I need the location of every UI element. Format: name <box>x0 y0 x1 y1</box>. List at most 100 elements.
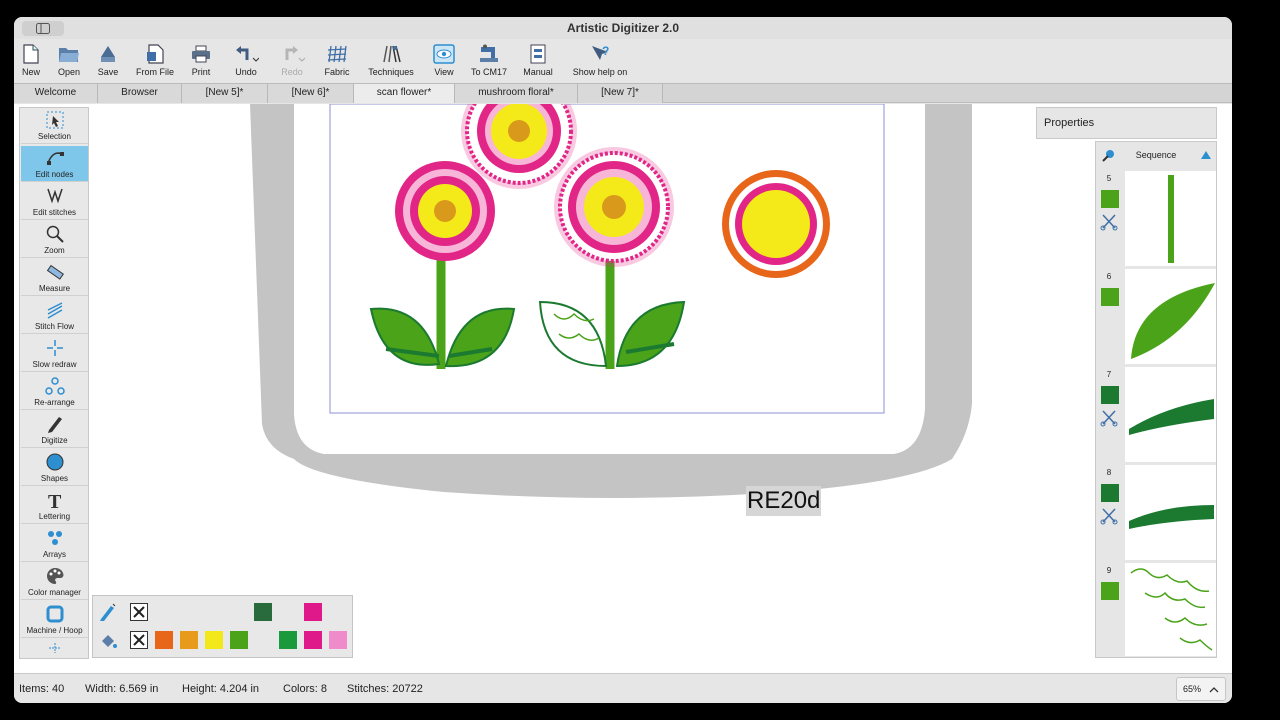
tool-zoom[interactable]: Zoom <box>21 222 88 258</box>
flower-right <box>722 170 830 278</box>
selection-icon <box>46 111 63 129</box>
tool-arrays[interactable]: Arrays <box>21 526 88 562</box>
design-artwork <box>250 104 972 498</box>
title-bar: Artistic Digitizer 2.0 <box>14 17 1232 39</box>
redo-icon <box>285 46 305 62</box>
tab-welcome[interactable]: Welcome <box>14 84 98 103</box>
manual-book-icon <box>530 44 546 64</box>
techniques-button[interactable]: Techniques <box>366 41 416 81</box>
new-document-icon <box>23 44 39 64</box>
svg-text:T: T <box>48 491 62 510</box>
zoom-select[interactable]: 65% <box>1176 677 1226 701</box>
sequence-thumbnail <box>1125 171 1216 266</box>
tool-digitize[interactable]: Digitize <box>21 412 88 448</box>
print-button[interactable]: Print <box>187 41 215 81</box>
tab-new-6[interactable]: [New 6]* <box>268 84 354 103</box>
status-bar: Items: 40 Width: 6.569 in Height: 4.204 … <box>14 673 1232 703</box>
hoop-label: RE20d <box>746 486 822 516</box>
tab-scan-flower[interactable]: scan flower* <box>354 84 455 103</box>
no-color-swatch-pen[interactable] <box>130 603 148 621</box>
new-button[interactable]: New <box>18 41 44 81</box>
swatch-row2-4[interactable] <box>279 631 297 649</box>
shapes-circle-icon <box>46 453 63 471</box>
tool-slow-redraw[interactable]: Slow redraw <box>21 336 88 372</box>
color-palette-icon <box>46 567 63 584</box>
slow-redraw-icon <box>46 340 63 356</box>
sidebar-icon <box>36 23 50 34</box>
lettering-t-icon: T <box>48 491 62 510</box>
tab-browser[interactable]: Browser <box>98 84 182 103</box>
app-window: Artistic Digitizer 2.0 New Open Save Fro… <box>14 17 1232 703</box>
sequence-color-chip <box>1101 288 1119 306</box>
swatch-row1-0[interactable] <box>254 603 272 621</box>
printer-icon <box>192 45 210 63</box>
rearrange-icon <box>44 377 65 395</box>
leaf-thumbnail <box>1131 283 1215 359</box>
open-folder-icon <box>59 48 79 62</box>
stitch-flow-icon <box>47 302 62 319</box>
tool-lettering[interactable]: T Lettering <box>21 488 88 524</box>
sequence-item[interactable]: 7 <box>1096 367 1216 463</box>
design-canvas[interactable]: RE20d Selection Edit nodes Edit stitches… <box>14 104 1232 673</box>
to-cm17-button[interactable]: To CM17 <box>468 41 510 81</box>
stripe-thumbnail <box>1129 399 1214 435</box>
sequence-header: Sequence <box>1096 142 1216 169</box>
sequence-thumbnail <box>1125 269 1216 364</box>
tool-rearrange[interactable]: Re-arrange <box>21 374 88 410</box>
tab-new-5[interactable]: [New 5]* <box>182 84 268 103</box>
tool-color-manager[interactable]: Color manager <box>21 564 88 600</box>
status-stitches: Stitches: 20722 <box>347 683 423 695</box>
tool-sidebar: Selection Edit nodes Edit stitches Zoom … <box>19 107 89 659</box>
help-icon: ? <box>592 44 609 60</box>
swatch-row2-2[interactable] <box>205 631 223 649</box>
swirl-thumbnail <box>1130 568 1213 651</box>
undo-button[interactable]: Undo <box>228 41 264 81</box>
tool-machine-hoop[interactable]: Machine / Hoop <box>21 602 88 638</box>
swatch-row2-3[interactable] <box>230 631 248 649</box>
tool-selection[interactable]: Selection <box>21 108 88 144</box>
sequence-item[interactable]: 8 <box>1096 465 1216 561</box>
sequence-item[interactable]: 9 <box>1096 563 1216 657</box>
techniques-icon <box>383 45 401 63</box>
tool-edit-stitches[interactable]: Edit stitches <box>21 184 88 220</box>
tab-mushroom-floral[interactable]: mushroom floral* <box>455 84 578 103</box>
tool-edit-nodes[interactable]: Edit nodes <box>21 146 88 182</box>
view-button[interactable]: View <box>429 41 459 81</box>
tool-stitch-flow[interactable]: Stitch Flow <box>21 298 88 334</box>
swatch-row2-5[interactable] <box>304 631 322 649</box>
swatch-row2-1[interactable] <box>180 631 198 649</box>
sequence-color-chip <box>1101 484 1119 502</box>
from-file-button[interactable]: From File <box>133 41 177 81</box>
hoop-icon <box>46 605 63 623</box>
document-tabs: Welcome Browser [New 5]* [New 6]* scan f… <box>14 83 1232 103</box>
sequence-item[interactable]: 6 <box>1096 269 1216 365</box>
sequence-color-chip <box>1101 190 1119 208</box>
manual-button[interactable]: Manual <box>520 41 556 81</box>
swatch-row2-6[interactable] <box>329 631 347 649</box>
fill-bucket-icon <box>102 635 117 648</box>
zoom-magnifier-icon <box>46 225 64 243</box>
sequence-tool-icon <box>1102 150 1114 162</box>
save-button[interactable]: Save <box>94 41 122 81</box>
tab-new-7[interactable]: [New 7]* <box>578 84 663 103</box>
collapse-up-icon[interactable] <box>1200 150 1212 160</box>
swatch-row1-1[interactable] <box>304 603 322 621</box>
sequence-item[interactable]: 5 <box>1096 171 1216 267</box>
fabric-button[interactable]: Fabric <box>320 41 354 81</box>
close-icon <box>133 606 145 618</box>
close-icon <box>133 634 145 646</box>
scissors-icon <box>1100 410 1118 427</box>
tool-shapes[interactable]: Shapes <box>21 450 88 486</box>
no-color-swatch-fill[interactable] <box>130 631 148 649</box>
sequence-thumbnail <box>1125 465 1216 560</box>
open-button[interactable]: Open <box>54 41 84 81</box>
show-help-button[interactable]: ? Show help on <box>569 41 631 81</box>
tool-measure[interactable]: Measure <box>21 260 88 296</box>
sidebar-toggle-button[interactable] <box>22 21 64 36</box>
properties-panel-header[interactable]: Properties <box>1036 107 1217 139</box>
undo-icon <box>236 46 259 62</box>
status-items: Items: 40 <box>19 683 65 695</box>
tool-more[interactable] <box>21 640 88 658</box>
redo-button[interactable]: Redo <box>274 41 310 81</box>
swatch-row2-0[interactable] <box>155 631 173 649</box>
